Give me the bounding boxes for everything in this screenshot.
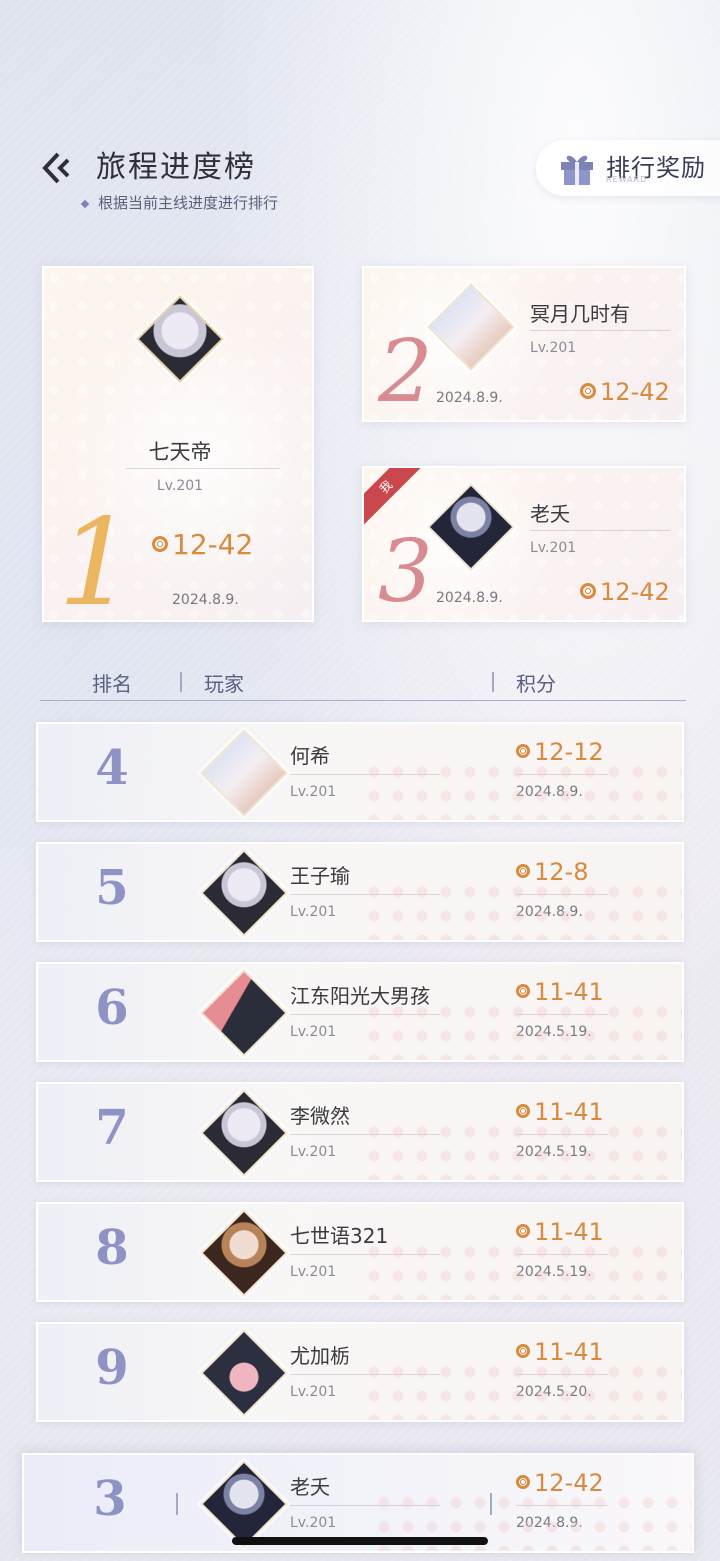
ranking-row[interactable]: 4 何希 Lv.201 12-12 2024.8.9.	[36, 722, 684, 822]
avatar	[200, 729, 288, 817]
ranking-row[interactable]: 7 李微然 Lv.201 11-41 2024.5.19.	[36, 1082, 684, 1182]
coin-icon	[580, 583, 596, 599]
player-level: Lv.201	[156, 478, 204, 494]
gift-icon	[561, 155, 593, 185]
player-score: 12-42	[152, 528, 253, 561]
coin-icon	[516, 1475, 530, 1489]
rank-number: 4	[95, 740, 129, 796]
rank-number: 6	[95, 980, 129, 1036]
record-date: 2024.5.20.	[516, 1384, 592, 1400]
record-date: 2024.8.9.	[172, 592, 239, 608]
ranking-row[interactable]: 9 尤加栃 Lv.201 11-41 2024.5.20.	[36, 1322, 684, 1422]
player-score: 12-8	[516, 858, 588, 886]
player-name: 冥月几时有	[530, 302, 630, 326]
player-name: 老夭	[290, 1475, 330, 1499]
back-button[interactable]	[38, 148, 78, 188]
coin-icon	[516, 1224, 530, 1238]
avatar	[200, 1329, 288, 1417]
rank-number: 8	[95, 1220, 129, 1276]
reward-sublabel: REWARD	[606, 175, 648, 184]
record-date: 2024.5.19.	[516, 1144, 592, 1160]
header: 旅程进度榜 根据当前主线进度进行排行 排行奖励 REWARD	[0, 0, 720, 240]
player-score: 12-12	[516, 738, 604, 766]
player-score: 11-41	[516, 978, 604, 1006]
record-date: 2024.5.19.	[516, 1024, 592, 1040]
header-divider	[40, 700, 686, 701]
player-score: 11-41	[516, 1338, 604, 1366]
avatar	[200, 849, 288, 937]
player-score: 11-41	[516, 1098, 604, 1126]
player-score: 11-41	[516, 1218, 604, 1246]
player-name: 七天帝	[148, 440, 212, 464]
top-card-rank-1[interactable]: 七天帝 Lv.201 1 12-42 2024.8.9.	[42, 266, 314, 622]
page-subtitle: 根据当前主线进度进行排行	[80, 192, 279, 213]
home-indicator[interactable]	[232, 1537, 488, 1545]
rank-number: 7	[95, 1100, 129, 1156]
record-date: 2024.8.9.	[436, 590, 503, 606]
player-score: 12-42	[580, 378, 670, 406]
rank-number: 1	[58, 494, 135, 622]
player-name: 江东阳光大男孩	[290, 984, 430, 1008]
player-score: 12-42	[516, 1469, 604, 1497]
player-level: Lv.201	[290, 784, 337, 800]
ranking-row[interactable]: 8 七世语321 Lv.201 11-41 2024.5.19.	[36, 1202, 684, 1302]
player-level: Lv.201	[530, 540, 577, 556]
rank-number: 3	[378, 522, 433, 622]
player-level: Lv.201	[530, 340, 577, 356]
coin-icon	[516, 1104, 530, 1118]
player-name: 七世语321	[290, 1224, 389, 1248]
subtitle-text: 根据当前主线进度进行排行	[98, 194, 279, 212]
rank-number: 2	[378, 322, 433, 422]
player-level: Lv.201	[290, 1024, 337, 1040]
ranking-row[interactable]: 6 江东阳光大男孩 Lv.201 11-41 2024.5.19.	[36, 962, 684, 1062]
player-name: 老夭	[530, 502, 570, 526]
record-date: 2024.8.9.	[516, 904, 583, 920]
rank-number: 9	[95, 1340, 129, 1396]
diamond-bullet-icon	[80, 199, 90, 208]
coin-icon	[516, 984, 530, 998]
player-name: 何希	[290, 744, 330, 768]
page-title: 旅程进度榜	[96, 150, 256, 185]
coin-icon	[152, 536, 168, 552]
column-header-player: 玩家	[204, 672, 244, 696]
rank-number: 3	[93, 1471, 127, 1527]
avatar	[200, 969, 288, 1057]
record-date: 2024.5.19.	[516, 1264, 592, 1280]
coin-icon	[516, 744, 530, 758]
record-date: 2024.8.9.	[516, 1515, 583, 1531]
player-level: Lv.201	[290, 1384, 337, 1400]
column-header-rank: 排名	[92, 672, 132, 696]
column-separator	[490, 1493, 492, 1515]
avatar	[200, 1089, 288, 1177]
player-level: Lv.201	[290, 1144, 337, 1160]
rank-reward-button[interactable]: 排行奖励 REWARD	[536, 140, 720, 196]
rank-number: 5	[95, 860, 129, 916]
coin-icon	[580, 383, 596, 399]
top-card-rank-3[interactable]: 我 3 老夭 Lv.201 2024.8.9. 12-42	[362, 466, 686, 622]
column-separator	[180, 672, 182, 692]
column-header-score: 积分	[516, 672, 556, 696]
coin-icon	[516, 1344, 530, 1358]
avatar	[200, 1209, 288, 1297]
player-score: 12-42	[580, 578, 670, 606]
player-name: 李微然	[290, 1104, 350, 1128]
player-name: 尤加栃	[290, 1344, 350, 1368]
record-date: 2024.8.9.	[516, 784, 583, 800]
column-separator	[492, 672, 494, 692]
player-level: Lv.201	[290, 1264, 337, 1280]
record-date: 2024.8.9.	[436, 390, 503, 406]
ranking-row[interactable]: 5 王子瑜 Lv.201 12-8 2024.8.9.	[36, 842, 684, 942]
column-separator	[176, 1493, 178, 1515]
player-level: Lv.201	[290, 904, 337, 920]
back-arrow-icon	[42, 152, 70, 184]
player-level: Lv.201	[290, 1515, 337, 1531]
player-name: 王子瑜	[290, 864, 350, 888]
avatar	[200, 1460, 288, 1548]
top-card-rank-2[interactable]: 2 冥月几时有 Lv.201 2024.8.9. 12-42	[362, 266, 686, 422]
coin-icon	[516, 864, 530, 878]
